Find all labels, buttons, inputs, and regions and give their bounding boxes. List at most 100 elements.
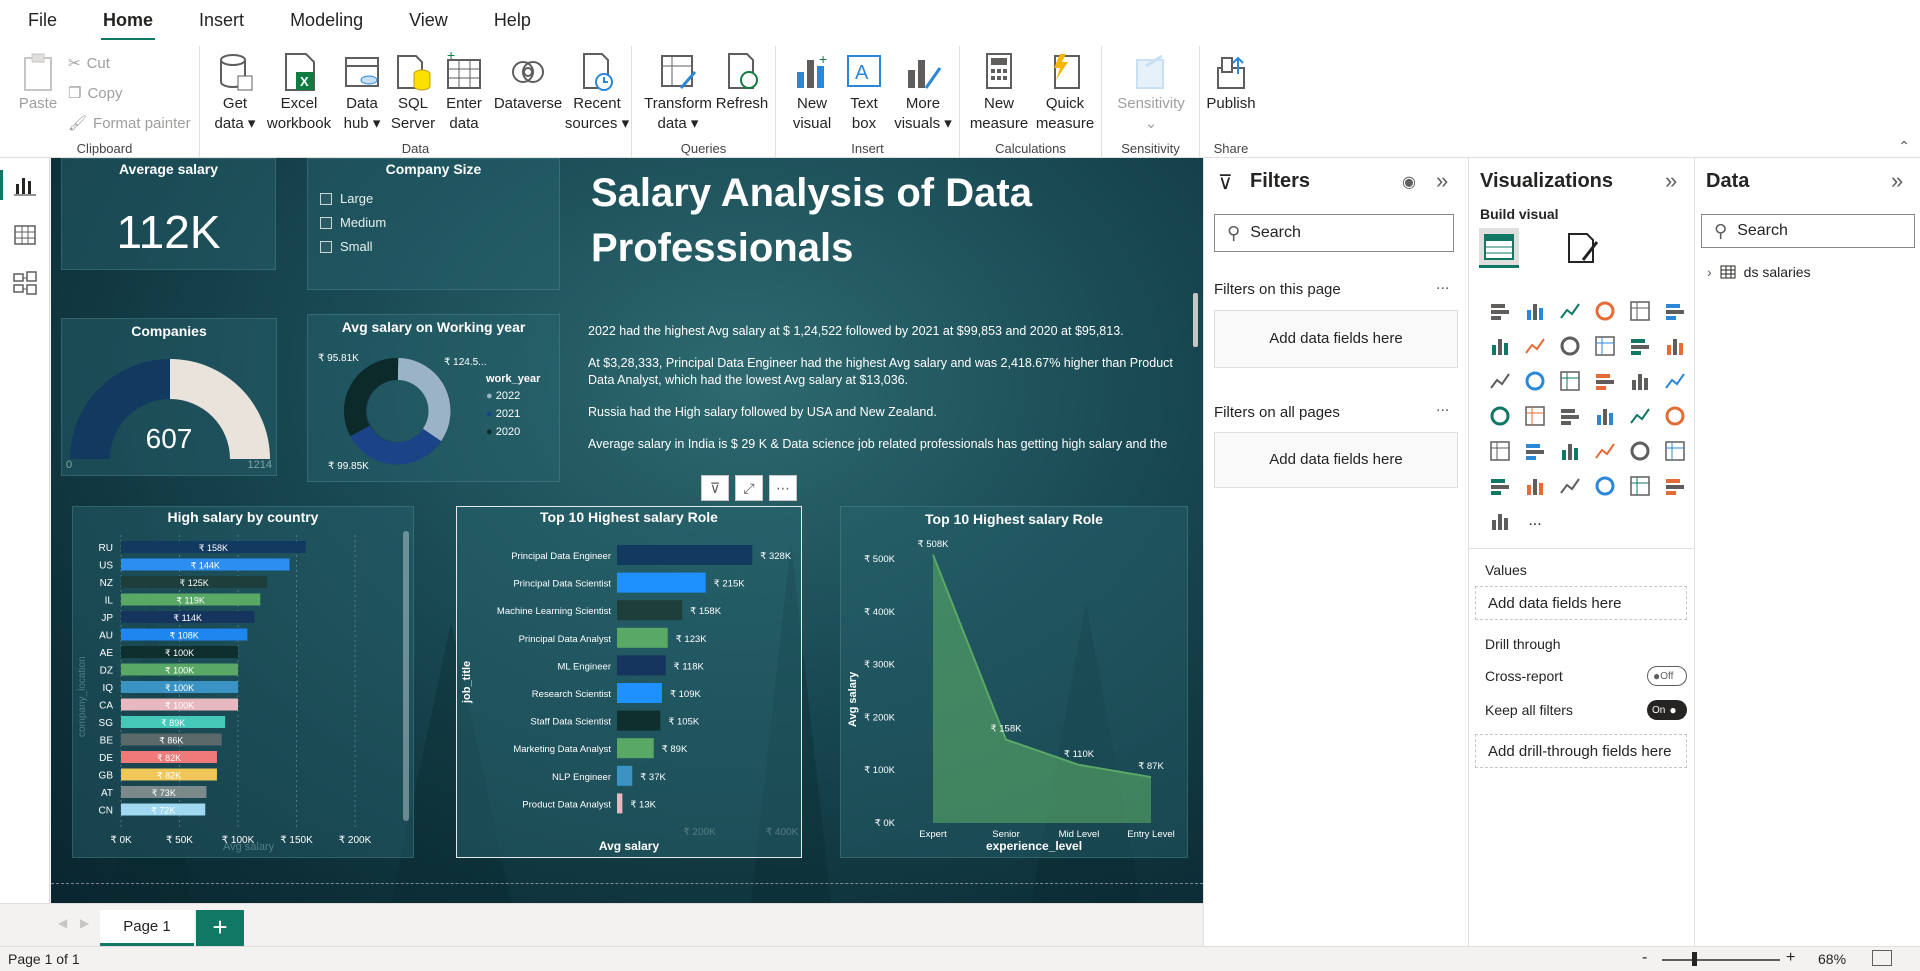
- visual-type-icon[interactable]: [1627, 403, 1653, 429]
- report-canvas[interactable]: Average salary 112K Company Size Large M…: [51, 158, 1203, 903]
- visual-type-icon[interactable]: [1662, 333, 1688, 359]
- build-visual-tab[interactable]: [1479, 228, 1519, 268]
- get-data-button[interactable]: Get data ▾: [210, 52, 260, 134]
- visual-type-icon[interactable]: [1627, 333, 1653, 359]
- report-view-icon[interactable]: [12, 172, 38, 198]
- table-ds-salaries[interactable]: › ds salaries: [1707, 264, 1811, 280]
- next-page-icon[interactable]: ▶: [80, 916, 89, 930]
- checkbox[interactable]: [320, 192, 332, 205]
- visual-type-icon[interactable]: [1522, 298, 1548, 324]
- cross-report-toggle[interactable]: ● Off: [1647, 666, 1687, 686]
- menu-help[interactable]: Help: [494, 10, 531, 31]
- cut-button[interactable]: ✂ Cut: [68, 54, 110, 73]
- enter-data-button[interactable]: + Enter data: [438, 47, 490, 134]
- menu-view[interactable]: View: [409, 10, 448, 31]
- more-options-button[interactable]: ⋯: [769, 475, 797, 501]
- recent-sources-button[interactable]: Recent sources ▾: [564, 52, 630, 134]
- drill-through-dropzone[interactable]: Add drill-through fields here: [1475, 734, 1687, 768]
- zoom-slider-handle[interactable]: [1692, 952, 1697, 966]
- visual-type-icon[interactable]: [1592, 368, 1618, 394]
- visual-type-icon[interactable]: [1487, 438, 1513, 464]
- visual-type-icon[interactable]: [1627, 298, 1653, 324]
- excel-workbook-button[interactable]: X Excel workbook: [264, 52, 334, 134]
- visual-type-icon[interactable]: [1662, 298, 1688, 324]
- table-view-icon[interactable]: [12, 222, 38, 248]
- paste-button[interactable]: Paste: [14, 52, 62, 114]
- copy-button[interactable]: ❐ Copy: [68, 84, 122, 103]
- data-search-input[interactable]: ⚲ Search: [1701, 214, 1915, 248]
- menu-modeling[interactable]: Modeling: [290, 10, 363, 31]
- menu-insert[interactable]: Insert: [199, 10, 244, 31]
- filters-all-dropzone[interactable]: Add data fields here: [1214, 432, 1458, 488]
- prev-page-icon[interactable]: ◀: [58, 916, 67, 930]
- add-page-button[interactable]: +: [196, 910, 244, 946]
- new-visual-button[interactable]: + New visual: [786, 51, 838, 134]
- transform-data-button[interactable]: Transform data ▾: [642, 52, 714, 134]
- more-visuals-icon[interactable]: ...: [1522, 508, 1548, 534]
- visual-type-icon[interactable]: [1487, 508, 1513, 534]
- visual-type-icon[interactable]: [1557, 298, 1583, 324]
- visual-type-icon[interactable]: [1592, 473, 1618, 499]
- visual-type-icon[interactable]: [1627, 438, 1653, 464]
- model-view-icon[interactable]: [12, 270, 38, 296]
- quick-measure-button[interactable]: Quick measure: [1032, 52, 1098, 134]
- filters-search-input[interactable]: ⚲ Search: [1214, 214, 1454, 252]
- visual-type-icon[interactable]: [1662, 438, 1688, 464]
- salary-by-country-chart[interactable]: High salary by country company_location …: [72, 506, 414, 858]
- menu-home[interactable]: Home: [101, 10, 156, 41]
- average-salary-card[interactable]: Average salary 112K: [61, 158, 276, 270]
- visual-type-icon[interactable]: [1522, 403, 1548, 429]
- slicer-option-small[interactable]: Small: [320, 239, 373, 254]
- visual-type-icon[interactable]: [1487, 333, 1513, 359]
- refresh-button[interactable]: Refresh: [714, 52, 770, 114]
- filter-visual-button[interactable]: ⊽: [701, 475, 729, 501]
- tab-page-1[interactable]: Page 1: [100, 910, 194, 946]
- visual-type-icon[interactable]: [1592, 298, 1618, 324]
- focus-mode-button[interactable]: ⤢: [735, 475, 763, 501]
- menu-file[interactable]: File: [28, 10, 57, 31]
- visual-type-icon[interactable]: [1592, 403, 1618, 429]
- sensitivity-button[interactable]: Sensitivity ⌄: [1108, 52, 1194, 134]
- dataverse-button[interactable]: Dataverse: [492, 52, 564, 114]
- values-dropzone[interactable]: Add data fields here: [1475, 586, 1687, 620]
- company-size-slicer[interactable]: Company Size Large Medium Small: [307, 158, 560, 290]
- format-painter-button[interactable]: 🖌 Format painter: [68, 114, 191, 133]
- chart-scrollbar[interactable]: [403, 531, 409, 821]
- collapse-icon[interactable]: »: [1436, 168, 1448, 194]
- format-visual-tab[interactable]: [1565, 230, 1603, 268]
- checkbox[interactable]: [320, 216, 332, 229]
- zoom-in-button[interactable]: +: [1786, 949, 1795, 967]
- zoom-out-button[interactable]: -: [1642, 949, 1647, 967]
- slicer-option-large[interactable]: Large: [320, 191, 373, 206]
- visual-type-icon[interactable]: [1662, 473, 1688, 499]
- new-measure-button[interactable]: New measure: [966, 52, 1032, 134]
- keep-filters-toggle[interactable]: On ●: [1647, 700, 1687, 720]
- slicer-option-medium[interactable]: Medium: [320, 215, 386, 230]
- visual-type-icon[interactable]: [1522, 368, 1548, 394]
- visual-type-icon[interactable]: [1627, 368, 1653, 394]
- collapse-icon[interactable]: »: [1665, 168, 1677, 194]
- companies-gauge[interactable]: Companies 607 0 1214: [61, 318, 277, 476]
- eye-icon[interactable]: ◉: [1402, 172, 1416, 192]
- experience-area-chart[interactable]: Top 10 Highest salary Role Avg salary ex…: [840, 506, 1188, 858]
- visual-type-icon[interactable]: [1557, 438, 1583, 464]
- visual-type-icon[interactable]: [1557, 368, 1583, 394]
- visual-type-icon[interactable]: [1662, 403, 1688, 429]
- fit-to-page-icon[interactable]: [1872, 950, 1892, 966]
- visual-type-icon[interactable]: [1557, 473, 1583, 499]
- checkbox[interactable]: [320, 240, 332, 253]
- smart-narrative[interactable]: 2022 had the highest Avg salary at $ 1,2…: [588, 323, 1193, 468]
- visual-type-icon[interactable]: [1557, 333, 1583, 359]
- working-year-donut[interactable]: Avg salary on Working year ₹ 95.81K ₹ 12…: [307, 314, 560, 482]
- top-roles-bar-chart[interactable]: Top 10 Highest salary Role job_title Avg…: [456, 506, 802, 858]
- visual-type-icon[interactable]: [1522, 438, 1548, 464]
- visual-type-icon[interactable]: [1487, 368, 1513, 394]
- visual-type-icon[interactable]: [1487, 403, 1513, 429]
- text-box-button[interactable]: A Text box: [840, 52, 888, 134]
- visual-type-icon[interactable]: [1592, 333, 1618, 359]
- data-hub-button[interactable]: Data hub ▾: [336, 52, 388, 134]
- sql-server-button[interactable]: SQL Server: [388, 52, 438, 134]
- visual-type-icon[interactable]: [1522, 473, 1548, 499]
- visual-type-icon[interactable]: [1662, 368, 1688, 394]
- collapse-ribbon-icon[interactable]: ⌃: [1898, 138, 1910, 155]
